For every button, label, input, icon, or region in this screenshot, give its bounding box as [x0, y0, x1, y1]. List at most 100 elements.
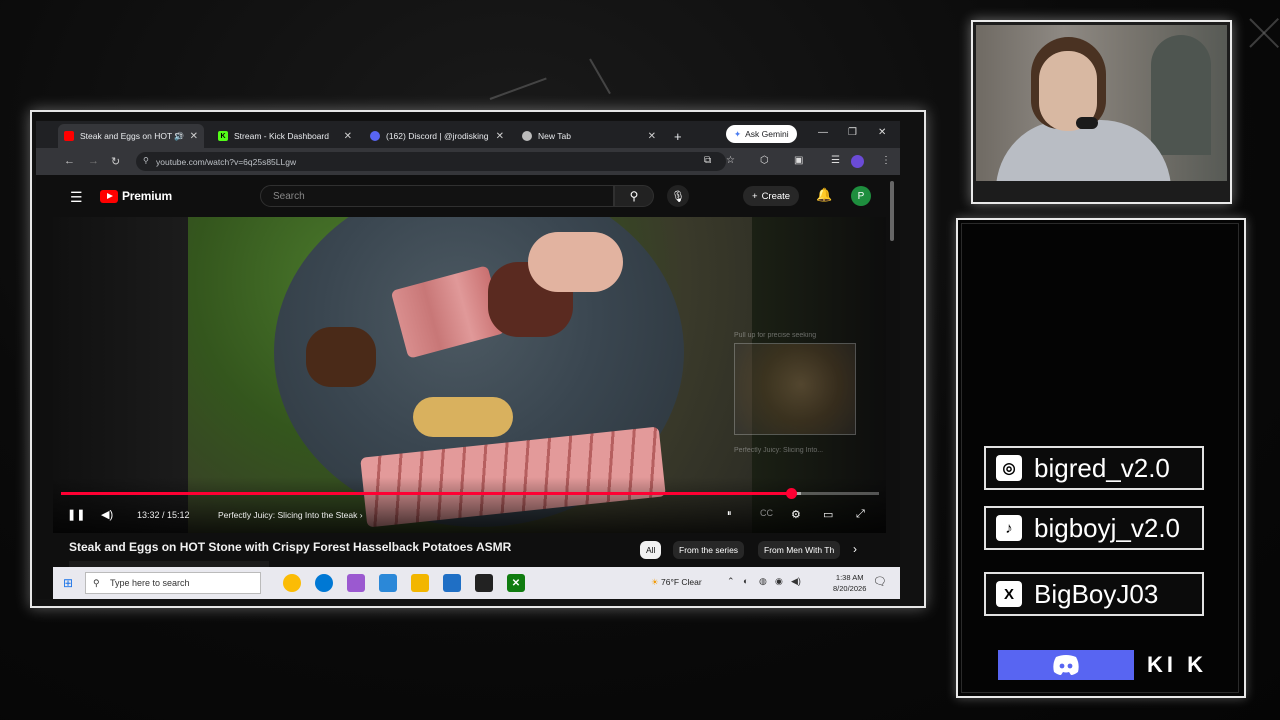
chip-from-channel[interactable]: From Men With Th — [758, 541, 840, 559]
x-icon: X — [996, 581, 1022, 607]
chip-all[interactable]: All — [640, 541, 662, 559]
bookmark-star-icon[interactable]: ☆ — [726, 155, 735, 166]
search-icon: ⚲ — [93, 578, 100, 588]
social-x: X BigBoyJ03 — [984, 572, 1204, 616]
xbox-icon[interactable]: ✕ — [507, 574, 525, 592]
close-tab-icon[interactable]: ✕ — [344, 131, 352, 142]
browser-window: Steak and Eggs on HOT St 🔊 ✕ K Stream - … — [36, 121, 900, 599]
restore-icon[interactable]: ❐ — [848, 127, 857, 138]
settings-gear-icon[interactable]: ⚙ — [791, 508, 801, 521]
seek-preview-hint: Pull up for precise seeking — [734, 332, 817, 339]
tab-youtube[interactable]: Steak and Eggs on HOT St 🔊 ✕ — [58, 124, 204, 148]
minimize-icon[interactable]: — — [818, 127, 828, 138]
reload-icon[interactable]: ↻ — [111, 155, 120, 168]
close-window-icon[interactable]: ✕ — [878, 127, 886, 138]
taskbar-clock[interactable]: 1:38 AM 8/20/2026 — [833, 572, 866, 594]
captions-icon[interactable]: CC — [760, 508, 773, 518]
chapter-title[interactable]: Perfectly Juicy: Slicing Into the Steak … — [218, 510, 363, 520]
seek-preview-thumbnail — [734, 343, 856, 435]
instagram-icon: ◎ — [996, 455, 1022, 481]
notification-center-icon[interactable]: 🗨 — [873, 575, 887, 588]
clock-date: 8/20/2026 — [833, 584, 867, 593]
windows-taskbar: ⊞ ⚲ Type here to search ✕ ☀ 76°F Clear ⌃… — [53, 567, 900, 599]
miniplayer-icon[interactable]: ▭ — [823, 508, 833, 521]
obs-icon[interactable] — [475, 574, 493, 592]
streamer-hoodie — [996, 120, 1171, 181]
hamburger-menu-icon[interactable]: ☰ — [70, 189, 83, 206]
headset-mic — [1076, 117, 1098, 129]
close-tab-icon[interactable]: ✕ — [496, 131, 504, 142]
tab-label: Steak and Eggs on HOT St — [80, 131, 183, 141]
tab-new-tab[interactable]: New Tab ✕ — [516, 124, 662, 148]
windows-start-icon[interactable]: ⊞ — [63, 576, 73, 590]
new-tab-button[interactable]: + — [668, 124, 688, 148]
chrome-icon[interactable] — [283, 574, 301, 592]
search-icon: ⚲ — [629, 189, 639, 203]
file-explorer-icon[interactable] — [411, 574, 429, 592]
tray-app-icon[interactable]: ◐ — [743, 576, 748, 586]
close-tab-icon[interactable]: ✕ — [190, 131, 198, 142]
plus-icon: + — [752, 190, 758, 202]
weather-text: 76°F Clear — [661, 577, 702, 587]
chip-from-series[interactable]: From the series — [673, 541, 745, 559]
profile-icon[interactable] — [851, 155, 864, 168]
youtube-favicon-icon — [64, 131, 74, 141]
copilot-icon[interactable] — [347, 574, 365, 592]
close-tab-icon[interactable]: ✕ — [648, 131, 656, 142]
avatar[interactable]: P — [851, 186, 871, 206]
fullscreen-icon[interactable]: ⤢ — [856, 508, 865, 521]
weather-widget[interactable]: ☀ 76°F Clear — [651, 577, 702, 588]
network-icon[interactable]: ◍ — [759, 576, 767, 587]
tab-label: New Tab — [538, 131, 571, 141]
speaker-icon[interactable]: ◀) — [791, 576, 801, 587]
create-label: Create — [761, 190, 791, 202]
youtube-logo[interactable]: Premium — [100, 189, 172, 203]
taskbar-search-input[interactable]: ⚲ Type here to search — [85, 572, 261, 594]
search-input[interactable]: Search — [260, 185, 614, 207]
chips-next-icon[interactable]: › — [853, 542, 857, 556]
notifications-bell-icon[interactable]: 🔔 — [816, 187, 832, 203]
tab-discord[interactable]: (162) Discord | @jrodisking ✕ — [364, 124, 510, 148]
discord-favicon-icon — [370, 131, 380, 141]
discord-tray-icon[interactable]: ◉ — [775, 576, 783, 587]
tab-kick-dashboard[interactable]: K Stream - Kick Dashboard ✕ — [212, 124, 358, 148]
progress-played — [61, 492, 791, 495]
progress-scrubber[interactable] — [785, 488, 797, 499]
autoplay-toggle-icon[interactable]: ⏸ — [727, 508, 732, 519]
ask-gemini-button[interactable]: ✦ Ask Gemini — [726, 125, 797, 143]
volume-icon[interactable]: ◀) — [101, 508, 113, 521]
weather-sun-icon: ☀ — [651, 577, 659, 587]
edge-icon[interactable] — [315, 574, 333, 592]
potatoes — [413, 397, 513, 437]
seek-preview-caption: Perfectly Juicy: Slicing Into... — [734, 447, 824, 454]
forward-icon[interactable]: → — [88, 155, 99, 167]
url-input[interactable]: ⚲ youtube.com/watch?v=6q25s85LLgw — [136, 152, 726, 171]
tab-label: Stream - Kick Dashboard — [234, 131, 329, 141]
tray-chevron-icon[interactable]: ⌃ — [727, 576, 735, 587]
create-button[interactable]: + Create — [743, 186, 800, 206]
seared-steak — [306, 327, 376, 387]
kick-logo: KI K — [1147, 652, 1207, 677]
player-controls: ❚❚ ◀) 13:32 / 15:12 Perfectly Juicy: Sli… — [53, 477, 886, 533]
mail-icon[interactable] — [379, 574, 397, 592]
page-scrollbar[interactable] — [890, 181, 894, 241]
install-icon[interactable]: ⧉ — [704, 155, 711, 166]
back-icon[interactable]: ← — [64, 155, 75, 167]
voice-search-button[interactable]: 🎙 — [667, 185, 689, 207]
search-button[interactable]: ⚲ — [614, 185, 654, 207]
pause-icon[interactable]: ❚❚ — [67, 508, 85, 521]
tab-label: (162) Discord | @jrodisking — [386, 131, 489, 141]
site-info-icon[interactable]: ⚲ — [143, 156, 149, 165]
split-view-icon[interactable]: ▣ — [794, 155, 803, 166]
extensions-icon[interactable]: ⬡ — [760, 155, 769, 166]
kebab-menu-icon[interactable]: ⋮ — [881, 155, 891, 166]
reading-list-icon[interactable]: ☰ — [831, 155, 840, 166]
taskbar-search-placeholder: Type here to search — [110, 578, 190, 588]
discord-logo-banner — [998, 650, 1134, 680]
x-handle: BigBoyJ03 — [1034, 578, 1159, 609]
social-instagram: ◎ bigred_v2.0 — [984, 446, 1204, 490]
tiktok-icon: ♪ — [996, 515, 1022, 541]
store-icon[interactable] — [443, 574, 461, 592]
gemini-sparkle-icon: ✦ — [734, 128, 742, 139]
video-player[interactable]: Pull up for precise seeking Perfectly Ju… — [53, 217, 886, 533]
